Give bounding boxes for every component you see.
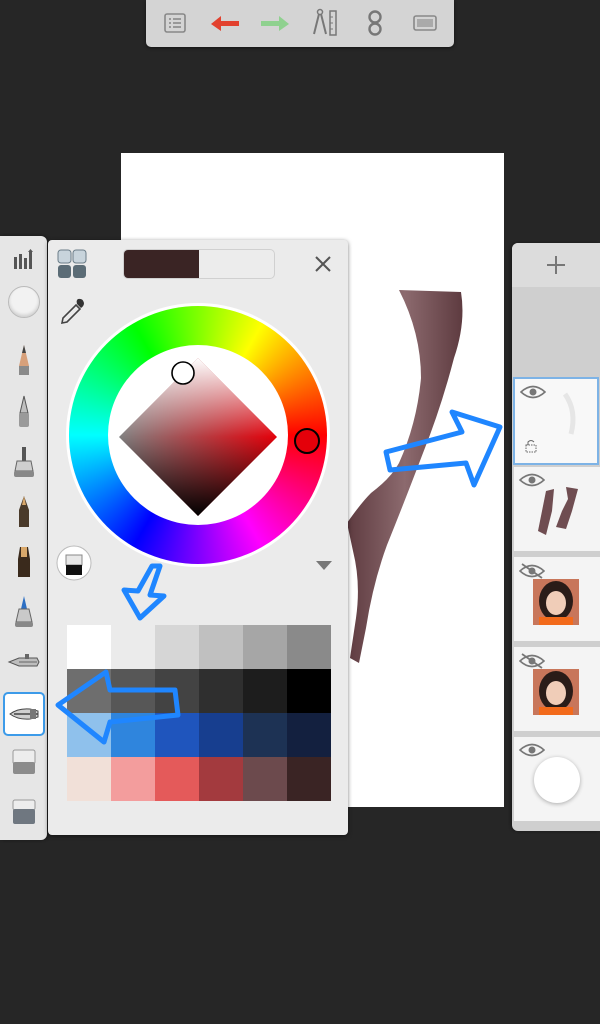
annotation-arrow-palette: [121, 563, 167, 621]
annotation-arrow-layers: [383, 409, 503, 488]
annotation-arrow-brush: [55, 669, 181, 745]
annotation-overlay: [55, 409, 503, 745]
